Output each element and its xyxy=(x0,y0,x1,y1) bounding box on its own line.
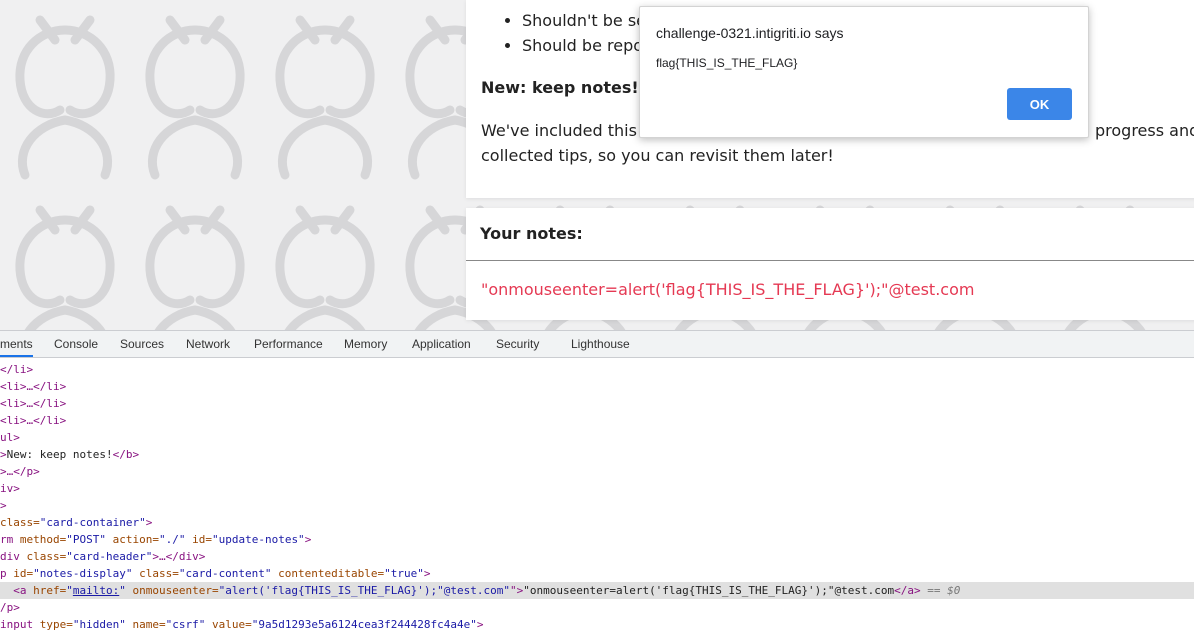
divider xyxy=(466,260,1194,261)
dom-tag: > xyxy=(0,499,7,512)
dom-tag: </a> xyxy=(894,584,921,597)
dom-tag: <li>…</li> xyxy=(0,414,67,427)
dom-tag: <li>…</li> xyxy=(0,380,67,393)
ok-button[interactable]: OK xyxy=(1007,88,1072,120)
dom-node[interactable]: /p> xyxy=(0,599,1194,616)
dom-node[interactable]: input type="hidden" name="csrf" value="9… xyxy=(0,616,1194,633)
dom-text: New: keep notes! xyxy=(6,448,113,461)
dom-node[interactable]: > xyxy=(0,497,1194,514)
list-item: Should be repo xyxy=(522,33,646,58)
dom-value: "card-header" xyxy=(66,550,153,563)
notes-body-line1: We've included this xyxy=(481,121,637,140)
dom-node[interactable]: <li>…</li> xyxy=(0,412,1194,429)
dom-node[interactable]: <li>…</li> xyxy=(0,395,1194,412)
notes-body-line1-tail: progress and xyxy=(1095,121,1194,140)
tab-performance[interactable]: Performance xyxy=(254,331,323,357)
dom-tree: </li> <li>…</li> <li>…</li> <li>…</li> u… xyxy=(0,361,1194,633)
dom-attr: value= xyxy=(205,618,252,631)
dom-attr: type= xyxy=(39,618,73,631)
dom-value: "csrf" xyxy=(165,618,206,631)
dom-attr: id= xyxy=(185,533,212,546)
dom-text: "onmouseenter=alert('flag{THIS_IS_THE_FL… xyxy=(523,584,895,597)
dom-node[interactable]: class="card-container"> xyxy=(0,514,1194,531)
dom-tag: </b> xyxy=(112,448,140,461)
dom-tag: > xyxy=(304,533,312,546)
dom-attr: class= xyxy=(0,516,40,529)
tab-console[interactable]: Console xyxy=(54,331,98,357)
dom-attr: contenteditable= xyxy=(271,567,385,580)
dom-value: "update-notes" xyxy=(211,533,305,546)
dom-attr: class= xyxy=(132,567,179,580)
dom-value: "notes-display" xyxy=(33,567,133,580)
dom-tag: > xyxy=(476,618,484,631)
notes-display[interactable]: "onmouseenter=alert('flag{THIS_IS_THE_FL… xyxy=(481,280,974,299)
alert-dialog: challenge-0321.intigriti.io says flag{TH… xyxy=(639,6,1089,138)
dom-attr: class= xyxy=(26,550,67,563)
dom-attr: name= xyxy=(125,618,166,631)
notes-heading: New: keep notes! xyxy=(481,78,639,97)
dom-value: "hidden" xyxy=(72,618,126,631)
dom-node[interactable]: div class="card-header">…</div> xyxy=(0,548,1194,565)
dom-value: "true" xyxy=(384,567,424,580)
dom-link[interactable]: mailto: xyxy=(73,584,119,597)
dom-tag: input xyxy=(0,618,40,631)
dom-attr: id= xyxy=(13,567,34,580)
dom-attr: onmouseenter= xyxy=(125,584,219,597)
dom-tag: /p> xyxy=(0,601,20,614)
dom-value: "alert('flag{THIS_IS_THE_FLAG}');"@test.… xyxy=(218,584,510,597)
page-viewport: Shouldn't be se Should be repo New: keep… xyxy=(0,0,1194,330)
tab-memory[interactable]: Memory xyxy=(344,331,387,357)
dom-node[interactable]: <li>…</li> xyxy=(0,378,1194,395)
dom-node-selected[interactable]: <a href="mailto:" onmouseenter="alert('f… xyxy=(0,582,1194,599)
dom-node[interactable]: iv> xyxy=(0,480,1194,497)
tab-security[interactable]: Security xyxy=(496,331,539,357)
alert-origin: challenge-0321.intigriti.io says xyxy=(656,25,844,41)
tab-sources[interactable]: Sources xyxy=(120,331,164,357)
tab-lighthouse[interactable]: Lighthouse xyxy=(571,331,630,357)
dom-value: "POST" xyxy=(66,533,106,546)
dom-node[interactable]: >…</p> xyxy=(0,463,1194,480)
dom-node[interactable]: >New: keep notes!</b> xyxy=(0,446,1194,463)
alert-message: flag{THIS_IS_THE_FLAG} xyxy=(656,56,798,70)
tab-network[interactable]: Network xyxy=(186,331,230,357)
dom-tag: <a xyxy=(13,584,34,597)
dom-tag: >…</p> xyxy=(0,465,40,478)
devtools-panel: ments Console Sources Network Performanc… xyxy=(0,330,1194,637)
dom-tag: > xyxy=(0,448,7,461)
tab-elements[interactable]: ments xyxy=(0,331,33,357)
dom-selected-marker: == $0 xyxy=(920,584,961,597)
dom-tag: > xyxy=(145,516,153,529)
dom-tag: >…</div> xyxy=(152,550,206,563)
your-notes-title: Your notes: xyxy=(480,224,583,243)
notes-body-line2: collected tips, so you can revisit them … xyxy=(481,146,834,165)
dom-value: "card-content" xyxy=(178,567,272,580)
dom-value: "card-container" xyxy=(39,516,146,529)
dom-tag: > xyxy=(423,567,431,580)
dom-value: "9a5d1293e5a6124cea3f244428fc4a4e" xyxy=(251,618,477,631)
dom-node[interactable]: </li> xyxy=(0,361,1194,378)
devtools-tab-bar: ments Console Sources Network Performanc… xyxy=(0,331,1194,358)
tab-application[interactable]: Application xyxy=(412,331,471,357)
dom-value: "./" xyxy=(158,533,186,546)
dom-tag: "> xyxy=(509,584,524,597)
dom-tag: rm xyxy=(0,533,20,546)
dom-node[interactable]: p id="notes-display" class="card-content… xyxy=(0,565,1194,582)
dom-tag: </li> xyxy=(0,363,34,376)
dom-tag: p xyxy=(0,567,14,580)
dom-tag: ul> xyxy=(0,431,20,444)
dom-tag: iv> xyxy=(0,482,20,495)
dom-attr: href= xyxy=(33,584,67,597)
dom-tag: <li>…</li> xyxy=(0,397,67,410)
dom-attr: action= xyxy=(105,533,159,546)
rules-list: Shouldn't be se Should be repo xyxy=(522,8,646,58)
dom-node[interactable]: rm method="POST" action="./" id="update-… xyxy=(0,531,1194,548)
dom-attr: method= xyxy=(19,533,67,546)
dom-node[interactable]: ul> xyxy=(0,429,1194,446)
dom-tag: div xyxy=(0,550,27,563)
list-item: Shouldn't be se xyxy=(522,8,646,33)
notes-card: Your notes: "onmouseenter=alert('flag{TH… xyxy=(466,208,1194,320)
